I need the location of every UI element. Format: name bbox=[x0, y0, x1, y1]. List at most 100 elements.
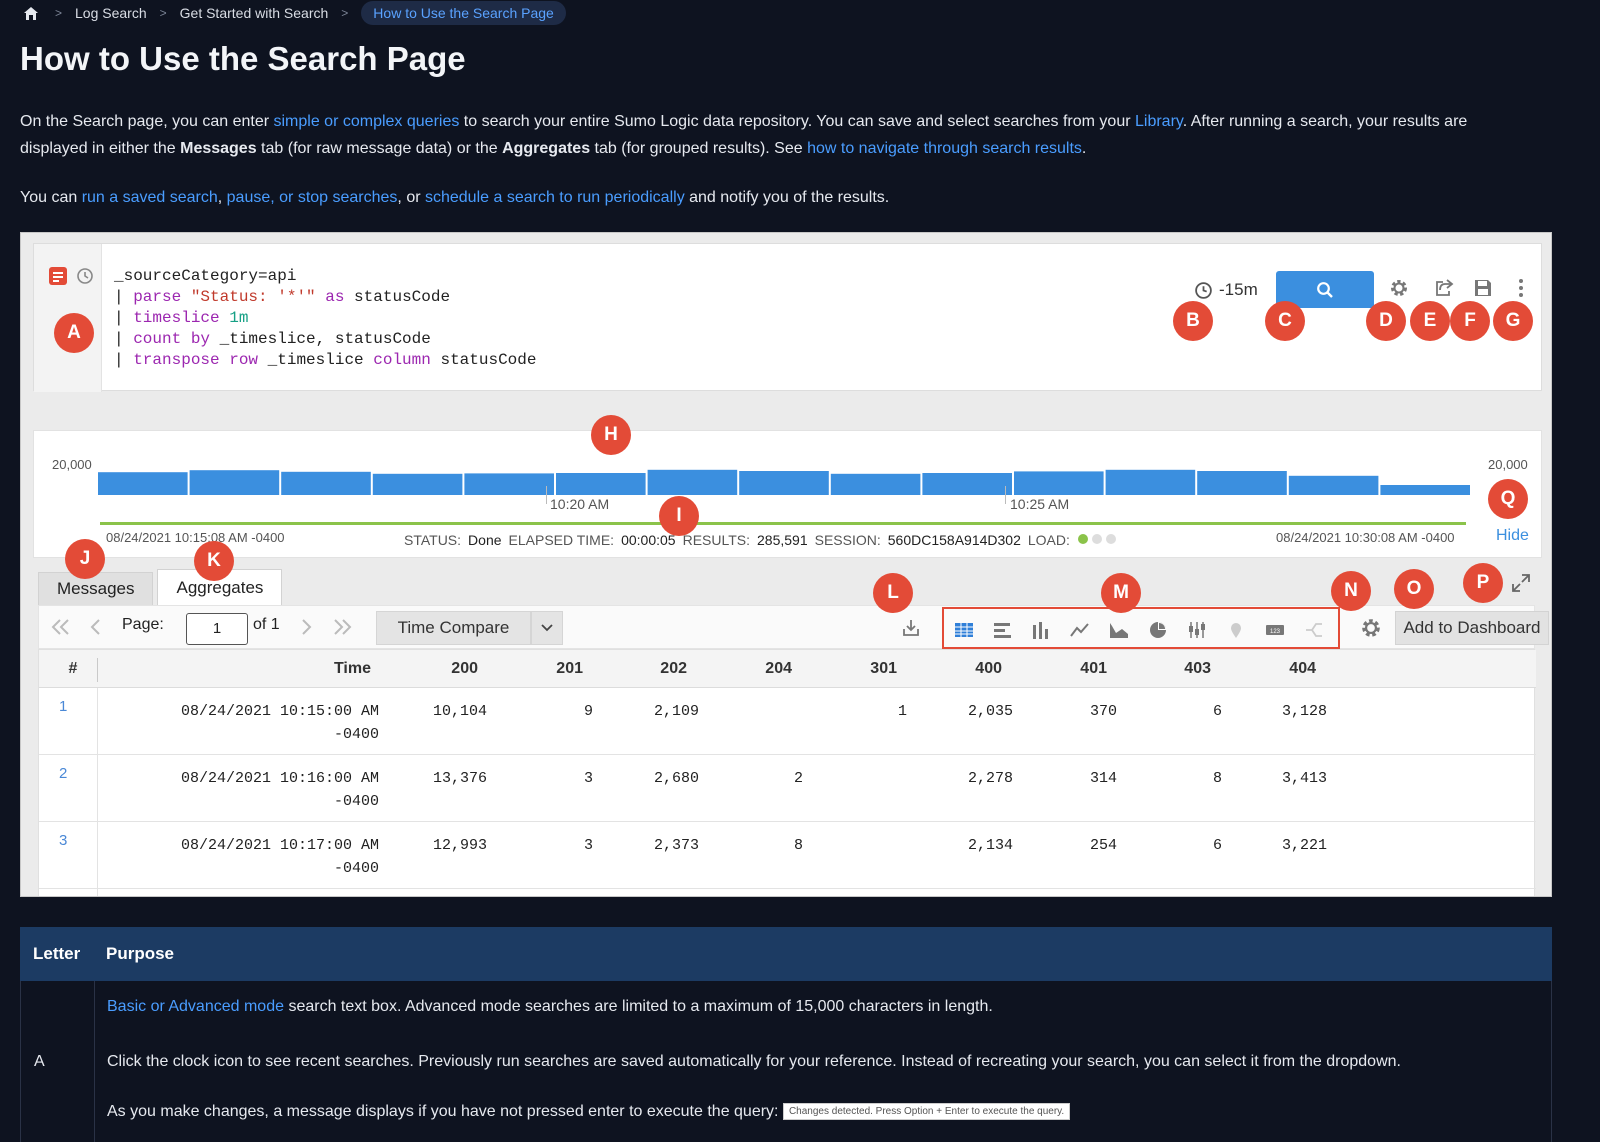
expand-icon[interactable] bbox=[1511, 573, 1531, 598]
column-header[interactable]: 202 bbox=[629, 660, 687, 678]
column-header[interactable]: 301 bbox=[839, 660, 897, 678]
histogram-bar[interactable] bbox=[189, 470, 280, 495]
column-chart-icon[interactable] bbox=[1031, 621, 1051, 639]
first-page-icon[interactable] bbox=[51, 618, 71, 641]
breadcrumb-log-search[interactable]: Log Search bbox=[75, 5, 147, 21]
single-value-icon[interactable]: 123 bbox=[1265, 621, 1285, 639]
column-header[interactable]: 400 bbox=[944, 660, 1002, 678]
query-keyword: transpose row bbox=[133, 351, 259, 369]
tick-mark bbox=[1005, 486, 1006, 504]
histogram-bar[interactable] bbox=[830, 473, 921, 495]
gear-icon[interactable] bbox=[1387, 276, 1411, 300]
hide-histogram-link[interactable]: Hide bbox=[1496, 527, 1529, 545]
cell-time: 08/24/2021 10:15:00 AM -0400 bbox=[159, 700, 379, 746]
header-purpose: Purpose bbox=[106, 944, 175, 963]
marker-h: H bbox=[591, 415, 631, 455]
result-tabs: Messages Aggregates bbox=[38, 569, 283, 605]
purpose-text: As you make changes, a message displays … bbox=[107, 1103, 779, 1120]
histogram-bar[interactable] bbox=[1288, 475, 1379, 495]
purpose-line: Basic or Advanced mode search text box. … bbox=[107, 998, 1527, 1016]
histogram-bar[interactable] bbox=[1014, 471, 1104, 495]
prev-page-icon[interactable] bbox=[89, 618, 101, 641]
recent-searches-clock-icon[interactable] bbox=[76, 267, 94, 290]
marker-k: K bbox=[194, 541, 234, 581]
table-cell: 12,993 bbox=[432, 837, 487, 854]
page-title: How to Use the Search Page bbox=[20, 40, 466, 77]
tab-messages[interactable]: Messages bbox=[38, 572, 154, 605]
table-row[interactable]: 3 08/24/2021 10:17:00 AM -0400 12,993 3 2… bbox=[39, 822, 1536, 889]
link-navigate-results[interactable]: how to navigate through search results bbox=[807, 140, 1082, 157]
save-icon[interactable] bbox=[1471, 276, 1495, 300]
marker-i: I bbox=[659, 496, 699, 536]
table-cell: 6 bbox=[1212, 837, 1222, 854]
histogram-bar[interactable] bbox=[647, 469, 738, 495]
pie-chart-icon[interactable] bbox=[1148, 621, 1168, 639]
bar-chart-icon[interactable] bbox=[993, 621, 1013, 639]
query-keyword: timeslice bbox=[133, 309, 220, 327]
histogram-bar[interactable] bbox=[464, 473, 554, 495]
share-icon[interactable] bbox=[1432, 276, 1456, 300]
flow-diagram-icon[interactable] bbox=[1304, 621, 1324, 639]
map-pin-icon[interactable] bbox=[1226, 621, 1246, 639]
table-cell: 3,128 bbox=[1281, 703, 1327, 720]
link-basic-advanced-mode[interactable]: Basic or Advanced mode bbox=[107, 998, 284, 1015]
marker-d: D bbox=[1366, 301, 1406, 341]
more-options-icon[interactable] bbox=[1509, 276, 1533, 300]
link-schedule-search[interactable]: schedule a search to run periodically bbox=[425, 189, 685, 206]
table-row[interactable]: 2 08/24/2021 10:16:00 AM -0400 13,376 3 2… bbox=[39, 755, 1536, 822]
query-box[interactable]: _sourceCategory=api | parse "Status: '*'… bbox=[33, 243, 1542, 392]
histogram-bar[interactable] bbox=[739, 471, 829, 495]
line-chart-icon[interactable] bbox=[1070, 621, 1090, 639]
home-icon[interactable] bbox=[20, 2, 42, 24]
time-range-picker[interactable]: -15m bbox=[1194, 280, 1258, 300]
area-chart-icon[interactable] bbox=[1109, 621, 1129, 639]
histogram-bar[interactable] bbox=[1105, 469, 1196, 495]
gear-icon[interactable] bbox=[1360, 617, 1382, 644]
table-cell: 2,035 bbox=[967, 703, 1013, 720]
histogram-bar[interactable] bbox=[922, 473, 1012, 495]
last-page-icon[interactable] bbox=[332, 618, 352, 641]
histogram-bar[interactable] bbox=[372, 473, 463, 495]
search-mode-icon[interactable] bbox=[48, 266, 68, 291]
purpose-line: Click the clock icon to see recent searc… bbox=[107, 1053, 1401, 1070]
box-plot-icon[interactable] bbox=[1187, 621, 1207, 639]
column-header[interactable]: 200 bbox=[420, 660, 478, 678]
download-icon[interactable] bbox=[901, 618, 921, 643]
link-run-saved-search[interactable]: run a saved search bbox=[82, 189, 218, 206]
page-number-input[interactable]: 1 bbox=[186, 613, 248, 645]
add-to-dashboard-button[interactable]: Add to Dashboard bbox=[1395, 611, 1549, 645]
session-value: 560DC158A914D302 bbox=[887, 532, 1021, 548]
column-header[interactable]: 204 bbox=[734, 660, 792, 678]
column-header[interactable]: 403 bbox=[1153, 660, 1211, 678]
intro-text: On the Search page, you can enter bbox=[20, 113, 274, 130]
link-simple-complex-queries[interactable]: simple or complex queries bbox=[274, 113, 460, 130]
table-cell: 2,680 bbox=[653, 770, 699, 787]
intro-text: tab (for raw message data) or the bbox=[256, 140, 503, 157]
next-page-icon[interactable] bbox=[301, 618, 313, 641]
time-compare-dropdown[interactable] bbox=[531, 611, 563, 645]
column-header[interactable]: Time bbox=[269, 660, 371, 678]
query-editor[interactable]: _sourceCategory=api | parse "Status: '*'… bbox=[114, 266, 536, 371]
clock-icon bbox=[1195, 281, 1212, 299]
link-pause-stop[interactable]: pause, or stop searches bbox=[227, 189, 398, 206]
histogram-bar[interactable] bbox=[1380, 485, 1470, 495]
table-row[interactable]: 1 08/24/2021 10:15:00 AM -0400 10,104 9 2… bbox=[39, 688, 1536, 755]
marker-e: E bbox=[1410, 301, 1450, 341]
status-value: Done bbox=[468, 532, 502, 548]
table-view-icon[interactable] bbox=[954, 621, 974, 639]
histogram-bar[interactable] bbox=[556, 473, 646, 495]
histogram-bar[interactable] bbox=[1197, 471, 1287, 495]
histogram-bar[interactable] bbox=[281, 471, 371, 495]
column-header[interactable]: 404 bbox=[1258, 660, 1316, 678]
breadcrumb-get-started[interactable]: Get Started with Search bbox=[180, 5, 329, 21]
column-header[interactable]: 401 bbox=[1049, 660, 1107, 678]
load-indicator bbox=[1077, 532, 1121, 548]
cell-time-line: 08/24/2021 10:17:00 AM bbox=[180, 837, 379, 854]
breadcrumb-current: How to Use the Search Page bbox=[361, 1, 566, 25]
histogram-bar[interactable] bbox=[98, 472, 188, 495]
time-compare-button[interactable]: Time Compare bbox=[376, 611, 531, 645]
link-library[interactable]: Library bbox=[1135, 113, 1183, 130]
aggregates-toolbar: Page: 1 of 1 Time Compare 123 Add to Das… bbox=[38, 605, 1549, 649]
column-header[interactable]: 201 bbox=[525, 660, 583, 678]
histogram-bars[interactable] bbox=[98, 455, 1470, 495]
